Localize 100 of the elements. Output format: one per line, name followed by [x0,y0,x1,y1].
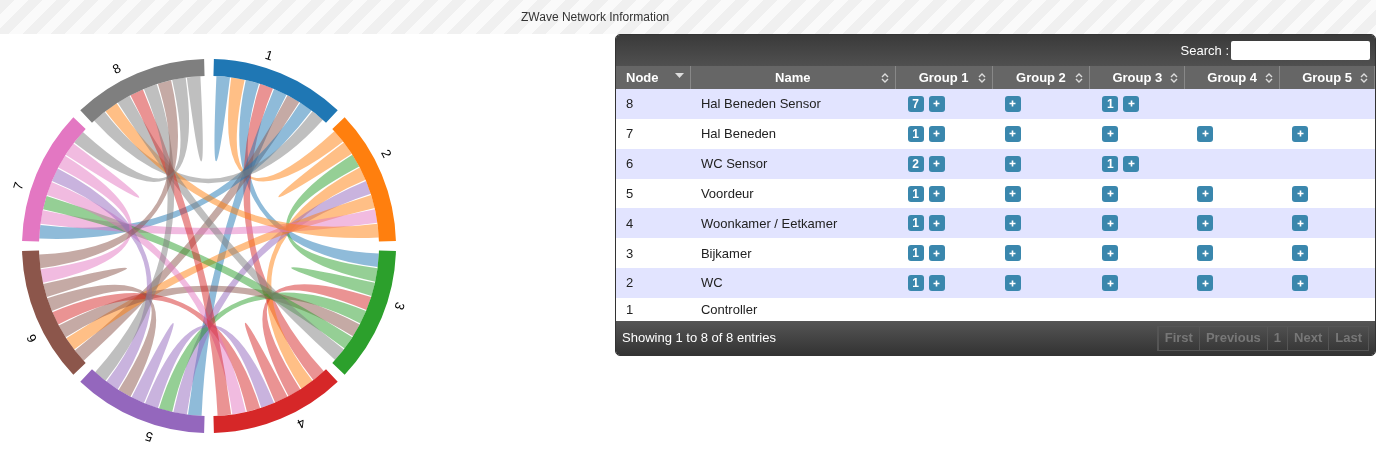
add-button[interactable] [1123,155,1140,172]
search-label: Search : [1180,41,1229,60]
plus-icon [1201,190,1209,197]
add-button[interactable] [1004,125,1021,142]
column-header[interactable]: Node [616,65,691,89]
association-badge: 2 [907,155,924,172]
add-button[interactable] [928,245,945,262]
node-cell: 5 [626,185,634,201]
association-badge: 1 [1102,95,1119,112]
add-button[interactable] [928,125,945,142]
node-cell: 8 [626,96,634,112]
add-button[interactable] [1292,125,1309,142]
plus-icon [933,219,941,227]
add-button[interactable] [1292,245,1309,262]
plus-icon [1296,190,1304,197]
plus-icon [1127,160,1135,168]
node-cell: 3 [626,245,634,261]
add-button[interactable] [928,185,945,202]
name-cell: Woonkamer / Eetkamer [700,215,838,231]
group-label: 7 [9,180,27,192]
node-cell: 6 [626,155,634,171]
node-cell: 2 [626,275,634,291]
plus-icon [1127,100,1135,108]
association-badge: 1 [907,275,924,292]
node-cell: 1 [626,301,634,317]
column-header[interactable]: Group 5 [1280,65,1375,89]
add-button[interactable] [1197,125,1214,142]
entries-info: Showing 1 to 8 of 8 entries [622,329,776,348]
column-header[interactable]: Group 1 [895,65,993,89]
group-label: 6 [23,331,40,346]
plus-icon [1106,279,1114,287]
add-button[interactable] [1004,155,1021,172]
add-button[interactable] [1102,185,1119,202]
column-header[interactable]: Group 4 [1185,65,1281,89]
group-label: 3 [391,300,409,312]
add-button[interactable] [1197,185,1214,202]
add-button[interactable] [1292,275,1309,292]
add-button[interactable] [928,275,945,292]
node-cell: 7 [626,125,634,141]
plus-icon [1106,130,1114,138]
plus-icon [933,249,941,257]
name-cell: WC [700,275,723,291]
plus-icon [1201,130,1209,138]
association-badge: 1 [1102,155,1119,172]
column-header[interactable]: Group 3 [1090,65,1186,89]
plus-icon [933,160,941,168]
name-cell: Bijkamer [700,245,752,261]
plus-icon [1009,190,1016,197]
add-button[interactable] [1004,185,1021,202]
group-label: 4 [294,415,309,432]
add-button[interactable] [1102,215,1119,232]
plus-icon [1106,219,1114,227]
page-title: ZWave Network Information [521,9,670,26]
column-header[interactable]: Group 2 [992,65,1091,89]
add-button[interactable] [1197,275,1214,292]
add-button[interactable] [1197,245,1214,262]
add-button[interactable] [1004,245,1021,262]
column-header[interactable]: Name [690,65,896,89]
add-button[interactable] [928,215,945,232]
plus-icon [1009,130,1016,138]
add-button[interactable] [1102,125,1119,142]
plus-icon [1201,219,1209,227]
association-badge: 1 [907,185,924,202]
add-button[interactable] [1197,215,1214,232]
plus-icon [1106,190,1114,197]
add-button[interactable] [928,95,945,112]
add-button[interactable] [1292,215,1309,232]
add-button[interactable] [1004,275,1021,292]
name-cell: Hal Beneden Sensor [700,96,821,112]
plus-icon [933,279,941,287]
add-button[interactable] [1292,185,1309,202]
plus-icon [1009,100,1016,108]
node-cell: 4 [626,215,634,231]
group-label: 5 [143,428,155,446]
plus-icon [933,130,941,138]
plus-icon [1009,160,1016,168]
name-cell: Controller [700,301,758,317]
group-label: 2 [378,146,395,161]
plus-icon [1296,249,1304,257]
plus-icon [933,100,941,108]
add-button[interactable] [928,155,945,172]
add-button[interactable] [1004,95,1021,112]
add-button[interactable] [1004,215,1021,232]
plus-icon [1201,279,1209,287]
plus-icon [933,190,941,197]
name-cell: WC Sensor [700,155,768,171]
plus-icon [1106,249,1114,257]
plus-icon [1009,249,1016,257]
add-button[interactable] [1102,245,1119,262]
add-button[interactable] [1102,275,1119,292]
name-cell: Voordeur [700,185,754,201]
plus-icon [1201,249,1209,257]
group-label: 8 [109,60,124,77]
plus-icon [1296,219,1304,227]
association-badge: 7 [907,95,924,112]
plus-icon [1296,279,1304,287]
association-badge: 1 [907,125,924,142]
search-field[interactable] [1231,40,1370,60]
add-button[interactable] [1123,95,1140,112]
association-badge: 1 [907,215,924,232]
